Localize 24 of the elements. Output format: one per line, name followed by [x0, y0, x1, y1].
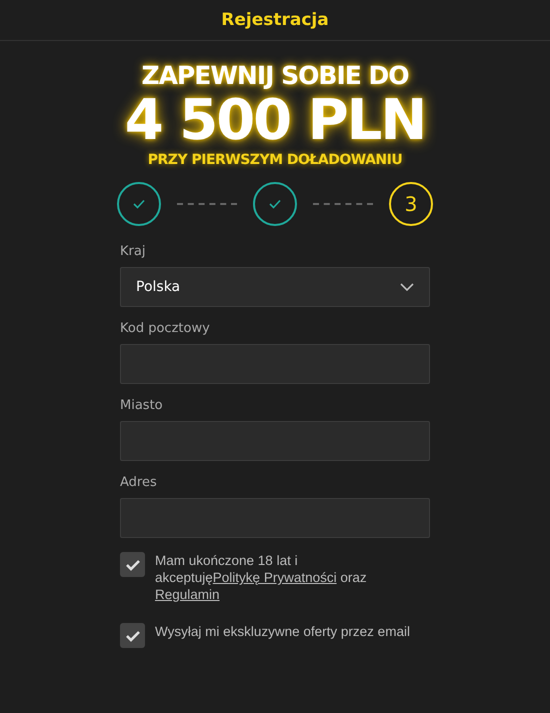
promo-subline: PRZY PIERWSZYM DOŁADOWANIU [148, 152, 402, 168]
page-title: Rejestracja [221, 10, 329, 30]
field-label: Kod pocztowy [120, 321, 211, 336]
check-icon [124, 558, 140, 570]
promo-headline: ZAPEWNIJ SOBIE DO [141, 61, 409, 90]
checkbox[interactable] [120, 623, 145, 648]
check-icon [269, 199, 281, 209]
field-label: Miasto [120, 398, 164, 413]
checkbox[interactable] [120, 552, 145, 577]
bonus-amount: 4 500 PLN [124, 90, 426, 152]
field-label: Kraj [120, 244, 146, 259]
consent-text: Wysyłaj mi ekskluzywne oferty przez email [155, 623, 410, 641]
input-field[interactable] [120, 344, 430, 384]
input-field[interactable] [120, 498, 430, 538]
check-icon [124, 630, 140, 642]
terms-link[interactable]: Politykę Prywatności [212, 570, 337, 585]
check-icon [133, 199, 145, 209]
country-select[interactable]: Polska [120, 267, 430, 307]
chevron-down-icon [400, 283, 414, 291]
consent-text: Mam ukończone 18 lat i akceptujęPolitykę Prywatności oraz Regulamin [155, 552, 368, 603]
input-field[interactable] [120, 421, 430, 461]
terms-link[interactable]: Regulamin [155, 587, 220, 602]
field-label: Adres [120, 475, 158, 490]
step-indicator: 3 [389, 182, 433, 226]
